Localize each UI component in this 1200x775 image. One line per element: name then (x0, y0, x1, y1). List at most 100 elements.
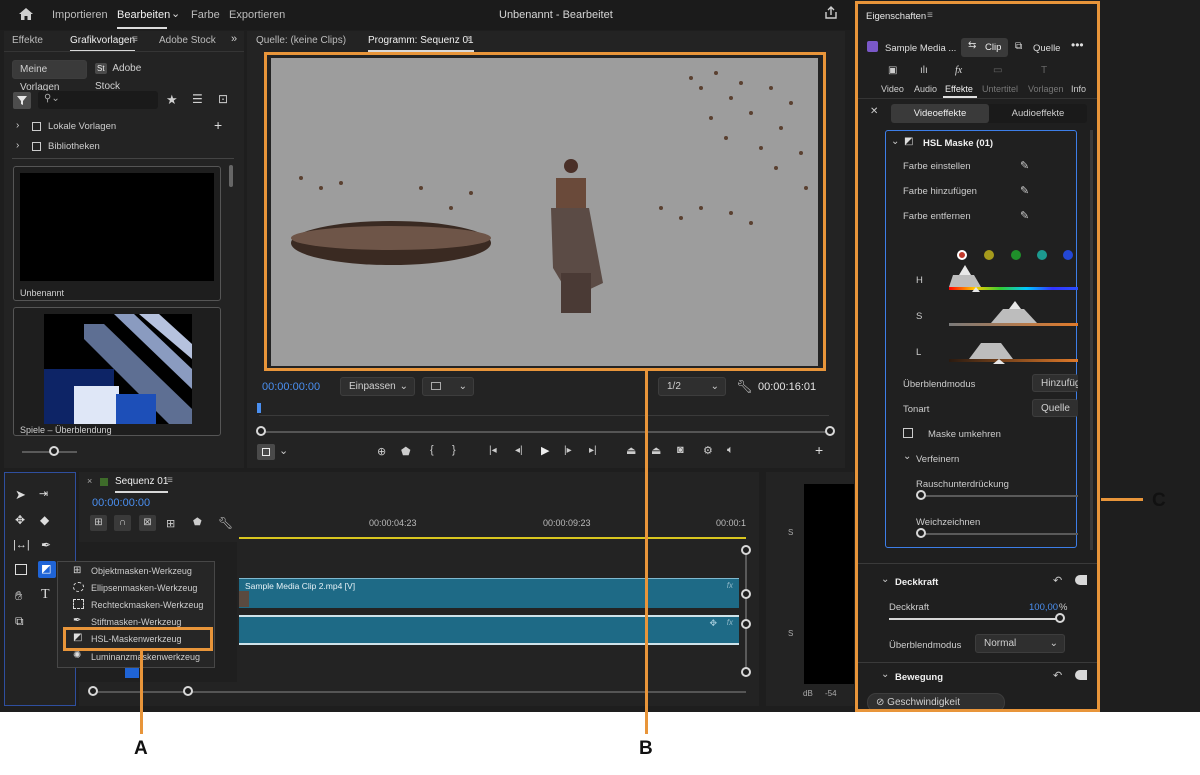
snap-icon[interactable]: ∩ (114, 515, 131, 531)
vscroll-knob-1[interactable] (741, 545, 751, 555)
generate-tool-icon[interactable]: ⧉ (15, 614, 24, 629)
add-icon[interactable]: + (214, 117, 222, 133)
go-to-in-icon[interactable]: |◂ (489, 445, 497, 456)
tab-program[interactable]: Programm: Sequenz 01 (368, 35, 474, 52)
reset-icon[interactable]: ↶ (1053, 669, 1062, 682)
opacity-toggle[interactable] (1075, 575, 1087, 585)
template-search-input[interactable]: ⚲⌄ (38, 91, 158, 109)
saturation-range-slider[interactable] (949, 301, 1078, 329)
template-thumb-unbenannt[interactable]: Unbenannt (13, 166, 221, 301)
lift-icon[interactable]: ⏏ (626, 444, 636, 457)
noise-knob[interactable] (916, 490, 926, 500)
nest-icon[interactable]: ⊞ (90, 515, 107, 531)
add-button-icon[interactable]: + (815, 442, 823, 458)
properties-scrollbar[interactable] (1090, 130, 1093, 550)
zoom-knob-right[interactable] (825, 426, 835, 436)
chevron-down-icon[interactable]: ⌄ (903, 451, 911, 462)
zoom-knob-left[interactable] (256, 426, 266, 436)
fit-select[interactable]: Einpassen ⌄ (340, 377, 415, 396)
audio-tab-icon[interactable]: ılı (920, 65, 928, 76)
label-verfeinern[interactable]: Verfeinern (916, 454, 959, 465)
menu-item-objektmasken[interactable]: Objektmasken-Werkzeug (91, 566, 192, 576)
tab-info[interactable]: Info (1071, 84, 1086, 94)
noise-slider[interactable] (921, 495, 1078, 497)
home-icon[interactable] (18, 7, 34, 23)
tab-audioeffekte[interactable]: Audioeffekte (989, 104, 1087, 123)
wrench-icon[interactable]: 🔧︎ (218, 516, 233, 530)
motion-toggle[interactable] (1075, 670, 1087, 680)
timeline-zoom-right[interactable] (183, 686, 193, 696)
soften-slider[interactable] (921, 533, 1078, 535)
menu-item-rechteckmasken[interactable]: Rechteckmasken-Werkzeug (91, 600, 203, 610)
track-select-icon[interactable]: ⇥ (39, 487, 48, 500)
opacity-knob[interactable] (1055, 613, 1065, 623)
vscroll-knob-2[interactable] (741, 589, 751, 599)
panel-menu-icon[interactable]: ≡ (927, 10, 933, 21)
mute-icon[interactable]: 🔈︎ (727, 444, 734, 457)
hue-range-slider[interactable] (949, 265, 1078, 293)
chevron-down-icon[interactable]: ⌄ (881, 669, 889, 680)
extract-icon[interactable]: ⏏ (651, 444, 661, 457)
color-swatch-red[interactable] (957, 250, 967, 260)
soften-knob[interactable] (916, 528, 926, 538)
tree-lokale-vorlagen[interactable]: Lokale Vorlagen (48, 121, 116, 132)
mark-out-icon[interactable]: } (452, 444, 456, 456)
color-swatch-cyan[interactable] (1037, 250, 1047, 260)
thumb-size-knob[interactable] (49, 446, 59, 456)
tab-audio[interactable]: Audio (914, 84, 937, 94)
zoom-scroll[interactable] (261, 431, 829, 433)
checkbox-bibliotheken[interactable] (32, 142, 41, 151)
menu-item-hsl-maske[interactable]: HSL-Maskenwerkzeug (91, 634, 182, 644)
pen-tool-icon[interactable]: ✒ (41, 538, 51, 552)
guides-select[interactable]: ⌄ (422, 377, 474, 396)
panel-menu-icon[interactable]: ≡ (132, 34, 138, 45)
razor-icon[interactable]: ◆ (40, 513, 49, 527)
new-bin-icon[interactable]: ⊡ (218, 92, 228, 106)
share-icon[interactable] (823, 6, 839, 22)
clip-button[interactable]: ⇆ Clip (961, 38, 1008, 57)
tab-sequence[interactable]: Sequenz 01 (115, 476, 169, 493)
tree-bibliotheken[interactable]: Bibliotheken (48, 141, 100, 152)
chevron-down-icon[interactable]: ⌄ (171, 7, 180, 20)
luminance-range-slider[interactable] (949, 337, 1078, 365)
tab-effekte[interactable]: Effekte (12, 35, 43, 46)
more-icon[interactable]: ••• (1071, 38, 1084, 52)
hand-tool-icon[interactable]: ✋︎ (15, 588, 22, 604)
color-swatch-green[interactable] (1011, 250, 1021, 260)
step-back-icon[interactable]: ◂| (515, 445, 523, 456)
video-clip[interactable]: Sample Media Clip 2.mp4 [V] fx (239, 578, 739, 608)
chevron-down-icon[interactable]: ⌄ (891, 136, 899, 147)
chevron-down-icon[interactable]: ⌄ (881, 574, 889, 585)
audio-clip[interactable]: ✥ fx (239, 615, 739, 645)
menu-item-luminanzmasken[interactable]: Luminanzmaskenwerkzeug (91, 652, 200, 662)
mask-tool-icon[interactable]: ◩ (38, 561, 56, 578)
color-swatch-yellow[interactable] (984, 250, 994, 260)
color-swatch-blue[interactable] (1063, 250, 1073, 260)
close-icon[interactable]: × (87, 476, 92, 486)
opacity-slider[interactable] (889, 618, 1060, 620)
reset-icon[interactable]: ↶ (1053, 574, 1062, 587)
subtab-adobe-stock[interactable]: St Adobe Stock (90, 60, 167, 92)
go-to-out-icon[interactable]: ▸| (589, 445, 597, 456)
subtab-meine-vorlagen[interactable]: Meine Vorlagen (12, 60, 87, 93)
slip-tool-icon[interactable]: |↔| (13, 539, 30, 551)
eyedropper-add-icon[interactable]: ✎ (1020, 184, 1029, 197)
fx-tab-icon[interactable]: fx (955, 65, 962, 76)
tab-effekte[interactable]: Effekte (945, 84, 973, 94)
tab-video[interactable]: Video (881, 84, 904, 94)
monitor-timecode[interactable]: 00:00:00:00 (262, 381, 320, 393)
work-area-bar[interactable] (239, 537, 746, 539)
tab-grafikvorlagen[interactable]: Grafikvorlagen (70, 35, 136, 52)
list-view-icon[interactable]: ☰ (192, 92, 203, 106)
timeline-zoom-left[interactable] (88, 686, 98, 696)
eyedropper-remove-icon[interactable]: ✎ (1020, 209, 1029, 222)
resolution-select[interactable]: 1/2 ⌄ (658, 377, 726, 396)
multicam-icon[interactable]: ⚙ (703, 444, 713, 457)
add-marker-icon[interactable]: ⬟ (401, 445, 411, 458)
menu-exportieren[interactable]: Exportieren (229, 9, 285, 21)
star-icon[interactable]: ★ (166, 92, 178, 108)
video-frame[interactable] (271, 58, 818, 366)
tab-source[interactable]: Quelle: (keine Clips) (256, 35, 346, 46)
chevron-down-icon[interactable]: ⌄ (279, 444, 288, 457)
more-tabs-icon[interactable]: » (231, 33, 237, 45)
